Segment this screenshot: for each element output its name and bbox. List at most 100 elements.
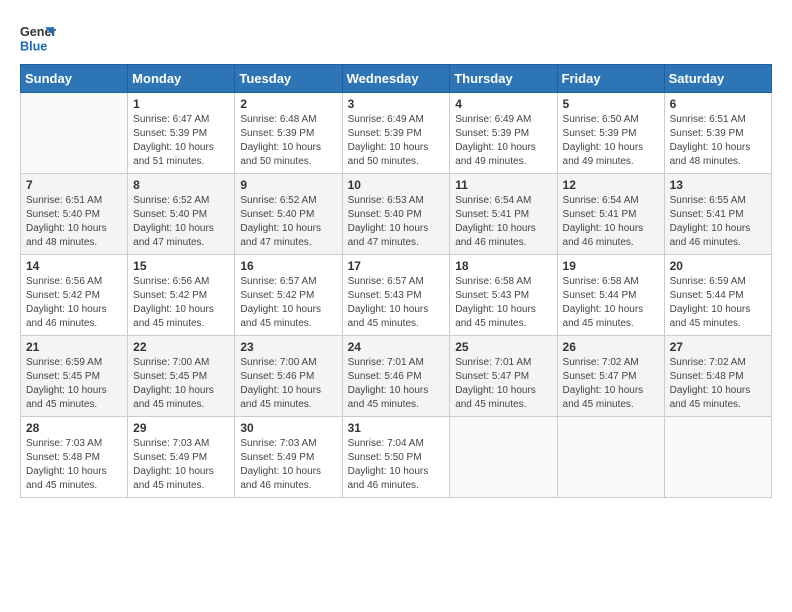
day-detail: Sunrise: 7:00 AMSunset: 5:46 PMDaylight:… — [240, 356, 336, 412]
day-number: 7 — [26, 178, 122, 192]
day-number: 24 — [348, 340, 445, 354]
day-number: 13 — [670, 178, 766, 192]
day-detail: Sunrise: 6:52 AMSunset: 5:40 PMDaylight:… — [240, 194, 336, 250]
day-number: 9 — [240, 178, 336, 192]
weekday-header: Friday — [557, 65, 664, 93]
day-detail: Sunrise: 6:53 AMSunset: 5:40 PMDaylight:… — [348, 194, 445, 250]
day-detail: Sunrise: 6:58 AMSunset: 5:43 PMDaylight:… — [455, 275, 551, 331]
day-detail: Sunrise: 6:54 AMSunset: 5:41 PMDaylight:… — [455, 194, 551, 250]
day-detail: Sunrise: 6:58 AMSunset: 5:44 PMDaylight:… — [563, 275, 659, 331]
calendar-cell: 24 Sunrise: 7:01 AMSunset: 5:46 PMDayligh… — [342, 336, 450, 417]
calendar-cell: 13 Sunrise: 6:55 AMSunset: 5:41 PMDayligh… — [664, 174, 771, 255]
weekday-header: Sunday — [21, 65, 128, 93]
weekday-header: Tuesday — [235, 65, 342, 93]
calendar-week-row: 1 Sunrise: 6:47 AMSunset: 5:39 PMDaylight… — [21, 93, 772, 174]
page-header: General Blue — [20, 20, 772, 56]
weekday-header: Wednesday — [342, 65, 450, 93]
calendar-week-row: 14 Sunrise: 6:56 AMSunset: 5:42 PMDayligh… — [21, 255, 772, 336]
day-detail: Sunrise: 6:54 AMSunset: 5:41 PMDaylight:… — [563, 194, 659, 250]
calendar-cell: 27 Sunrise: 7:02 AMSunset: 5:48 PMDayligh… — [664, 336, 771, 417]
day-number: 12 — [563, 178, 659, 192]
calendar-week-row: 7Sunrise: 6:51 AMSunset: 5:40 PMDaylight… — [21, 174, 772, 255]
calendar-cell: 26Sunrise: 7:02 AMSunset: 5:47 PMDayligh… — [557, 336, 664, 417]
day-number: 28 — [26, 421, 122, 435]
calendar-header-row: SundayMondayTuesdayWednesdayThursdayFrid… — [21, 65, 772, 93]
day-number: 6 — [670, 97, 766, 111]
day-number: 20 — [670, 259, 766, 273]
day-number: 1 — [133, 97, 229, 111]
day-number: 10 — [348, 178, 445, 192]
day-detail: Sunrise: 7:04 AMSunset: 5:50 PMDaylight:… — [348, 437, 445, 493]
day-detail: Sunrise: 7:01 AMSunset: 5:47 PMDaylight:… — [455, 356, 551, 412]
calendar-cell: 14 Sunrise: 6:56 AMSunset: 5:42 PMDayligh… — [21, 255, 128, 336]
day-number: 18 — [455, 259, 551, 273]
day-detail: Sunrise: 6:49 AMSunset: 5:39 PMDaylight:… — [348, 113, 445, 169]
calendar-cell: 28 Sunrise: 7:03 AMSunset: 5:48 PMDayligh… — [21, 417, 128, 498]
day-number: 8 — [133, 178, 229, 192]
calendar-cell: 12 Sunrise: 6:54 AMSunset: 5:41 PMDayligh… — [557, 174, 664, 255]
day-detail: Sunrise: 7:02 AMSunset: 5:47 PMDaylight:… — [563, 356, 659, 412]
day-number: 17 — [348, 259, 445, 273]
day-detail: Sunrise: 6:47 AMSunset: 5:39 PMDaylight:… — [133, 113, 229, 169]
svg-text:Blue: Blue — [20, 40, 47, 54]
day-detail: Sunrise: 6:57 AMSunset: 5:43 PMDaylight:… — [348, 275, 445, 331]
day-detail: Sunrise: 6:50 AMSunset: 5:39 PMDaylight:… — [563, 113, 659, 169]
day-detail: Sunrise: 7:00 AMSunset: 5:45 PMDaylight:… — [133, 356, 229, 412]
calendar-cell — [21, 93, 128, 174]
logo-icon: General Blue — [20, 20, 56, 56]
day-number: 23 — [240, 340, 336, 354]
calendar-cell: 31 Sunrise: 7:04 AMSunset: 5:50 PMDayligh… — [342, 417, 450, 498]
day-detail: Sunrise: 7:03 AMSunset: 5:49 PMDaylight:… — [133, 437, 229, 493]
calendar-week-row: 21 Sunrise: 6:59 AMSunset: 5:45 PMDayligh… — [21, 336, 772, 417]
day-number: 4 — [455, 97, 551, 111]
day-detail: Sunrise: 6:56 AMSunset: 5:42 PMDaylight:… — [133, 275, 229, 331]
calendar-cell: 17 Sunrise: 6:57 AMSunset: 5:43 PMDayligh… — [342, 255, 450, 336]
day-detail: Sunrise: 6:48 AMSunset: 5:39 PMDaylight:… — [240, 113, 336, 169]
day-detail: Sunrise: 7:03 AMSunset: 5:49 PMDaylight:… — [240, 437, 336, 493]
day-number: 31 — [348, 421, 445, 435]
calendar-cell: 22 Sunrise: 7:00 AMSunset: 5:45 PMDayligh… — [128, 336, 235, 417]
calendar-cell: 15 Sunrise: 6:56 AMSunset: 5:42 PMDayligh… — [128, 255, 235, 336]
calendar-cell: 11Sunrise: 6:54 AMSunset: 5:41 PMDayligh… — [450, 174, 557, 255]
weekday-header: Saturday — [664, 65, 771, 93]
day-detail: Sunrise: 6:56 AMSunset: 5:42 PMDaylight:… — [26, 275, 122, 331]
day-number: 22 — [133, 340, 229, 354]
day-number: 30 — [240, 421, 336, 435]
calendar-cell: 7Sunrise: 6:51 AMSunset: 5:40 PMDaylight… — [21, 174, 128, 255]
day-number: 15 — [133, 259, 229, 273]
day-number: 14 — [26, 259, 122, 273]
calendar-cell: 16Sunrise: 6:57 AMSunset: 5:42 PMDayligh… — [235, 255, 342, 336]
day-detail: Sunrise: 6:49 AMSunset: 5:39 PMDaylight:… — [455, 113, 551, 169]
weekday-header: Thursday — [450, 65, 557, 93]
calendar-cell — [664, 417, 771, 498]
day-number: 29 — [133, 421, 229, 435]
calendar-cell: 20 Sunrise: 6:59 AMSunset: 5:44 PMDayligh… — [664, 255, 771, 336]
calendar-week-row: 28 Sunrise: 7:03 AMSunset: 5:48 PMDayligh… — [21, 417, 772, 498]
calendar-cell: 10 Sunrise: 6:53 AMSunset: 5:40 PMDayligh… — [342, 174, 450, 255]
day-detail: Sunrise: 6:59 AMSunset: 5:44 PMDaylight:… — [670, 275, 766, 331]
day-number: 16 — [240, 259, 336, 273]
calendar-cell: 8 Sunrise: 6:52 AMSunset: 5:40 PMDaylight… — [128, 174, 235, 255]
day-detail: Sunrise: 6:59 AMSunset: 5:45 PMDaylight:… — [26, 356, 122, 412]
calendar-cell: 29 Sunrise: 7:03 AMSunset: 5:49 PMDayligh… — [128, 417, 235, 498]
calendar-cell: 5Sunrise: 6:50 AMSunset: 5:39 PMDaylight… — [557, 93, 664, 174]
day-detail: Sunrise: 7:02 AMSunset: 5:48 PMDaylight:… — [670, 356, 766, 412]
weekday-header: Monday — [128, 65, 235, 93]
day-number: 21 — [26, 340, 122, 354]
calendar-cell — [450, 417, 557, 498]
calendar-cell: 18 Sunrise: 6:58 AMSunset: 5:43 PMDayligh… — [450, 255, 557, 336]
day-detail: Sunrise: 7:01 AMSunset: 5:46 PMDaylight:… — [348, 356, 445, 412]
day-detail: Sunrise: 7:03 AMSunset: 5:48 PMDaylight:… — [26, 437, 122, 493]
calendar-cell: 2 Sunrise: 6:48 AMSunset: 5:39 PMDaylight… — [235, 93, 342, 174]
day-detail: Sunrise: 6:51 AMSunset: 5:39 PMDaylight:… — [670, 113, 766, 169]
logo: General Blue — [20, 20, 56, 56]
day-number: 27 — [670, 340, 766, 354]
day-detail: Sunrise: 6:55 AMSunset: 5:41 PMDaylight:… — [670, 194, 766, 250]
day-number: 25 — [455, 340, 551, 354]
calendar-cell: 30 Sunrise: 7:03 AMSunset: 5:49 PMDayligh… — [235, 417, 342, 498]
day-detail: Sunrise: 6:52 AMSunset: 5:40 PMDaylight:… — [133, 194, 229, 250]
calendar-cell: 21 Sunrise: 6:59 AMSunset: 5:45 PMDayligh… — [21, 336, 128, 417]
calendar-cell: 3Sunrise: 6:49 AMSunset: 5:39 PMDaylight… — [342, 93, 450, 174]
calendar-cell: 25 Sunrise: 7:01 AMSunset: 5:47 PMDayligh… — [450, 336, 557, 417]
day-number: 2 — [240, 97, 336, 111]
